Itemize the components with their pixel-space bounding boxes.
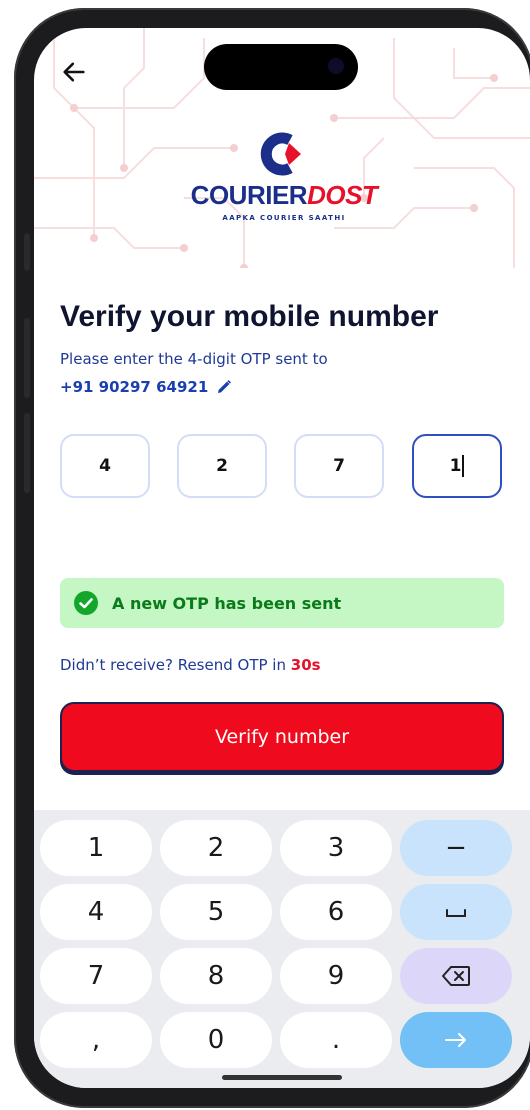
text-caret [462,455,465,477]
otp-digit-input-2[interactable]: 2 [177,434,267,498]
key-1[interactable]: 1 [40,820,152,876]
phone-number: +91 90297 64921 [60,378,209,396]
verify-number-button[interactable]: Verify number [60,702,504,772]
volume-up-button [24,318,30,398]
arrow-left-icon[interactable] [60,58,88,86]
otp-input-group: 4 2 7 1 [60,434,504,500]
key-enter[interactable] [400,1012,512,1068]
volume-down-button [24,413,30,493]
key-backspace[interactable] [400,948,512,1004]
key-dash[interactable]: − [400,820,512,876]
app-screen: COURIERDOST AAPKA COURIER SAATHI Verify … [34,28,530,1088]
key-4[interactable]: 4 [40,884,152,940]
check-circle-icon [74,591,98,615]
front-camera [328,58,344,74]
home-indicator[interactable] [222,1075,342,1080]
otp-instruction: Please enter the 4-digit OTP sent to [60,350,328,368]
key-0[interactable]: 0 [160,1012,272,1068]
otp-digit-value-2: 2 [216,456,228,476]
brand-logo-mark [260,132,301,176]
brand-name: COURIERDOST [174,180,394,211]
key-6[interactable]: 6 [280,884,392,940]
key-7[interactable]: 7 [40,948,152,1004]
resend-timer: 30s [290,656,321,674]
otp-digit-input-1[interactable]: 4 [60,434,150,498]
key-period[interactable]: . [280,1012,392,1068]
brand-name-part2: DOST [307,180,378,210]
page-title: Verify your mobile number [60,300,439,333]
key-5[interactable]: 5 [160,884,272,940]
arrow-right-icon [445,1033,466,1047]
brand-tagline: AAPKA COURIER SAATHI [222,214,346,222]
backspace-icon [442,966,470,986]
key-9[interactable]: 9 [280,948,392,1004]
resend-otp-label: Didn’t receive? Resend OTP in [60,656,286,674]
resend-otp-line: Didn’t receive? Resend OTP in 30s [60,656,321,674]
key-2[interactable]: 2 [160,820,272,876]
otp-sent-message: A new OTP has been sent [112,593,342,613]
otp-sent-banner: A new OTP has been sent [60,578,504,628]
key-space[interactable] [400,884,512,940]
mute-switch [24,233,30,271]
otp-digit-value-3: 7 [333,456,345,476]
pencil-icon[interactable] [216,379,232,395]
otp-digit-value-1: 4 [99,456,111,476]
otp-digit-input-4[interactable]: 1 [412,434,502,498]
space-icon [446,909,466,917]
key-3[interactable]: 3 [280,820,392,876]
phone-number-row: +91 90297 64921 [60,378,232,396]
brand-name-part1: COURIER [190,180,308,210]
otp-digit-value-4: 1 [449,456,462,476]
key-comma[interactable]: , [40,1012,152,1068]
key-8[interactable]: 8 [160,948,272,1004]
otp-digit-input-3[interactable]: 7 [294,434,384,498]
numeric-keyboard: 1 2 3 − 4 5 6 7 8 9 , 0 . [34,810,530,1088]
dynamic-island [204,44,358,90]
brand-logo: COURIERDOST AAPKA COURIER SAATHI [174,130,394,234]
